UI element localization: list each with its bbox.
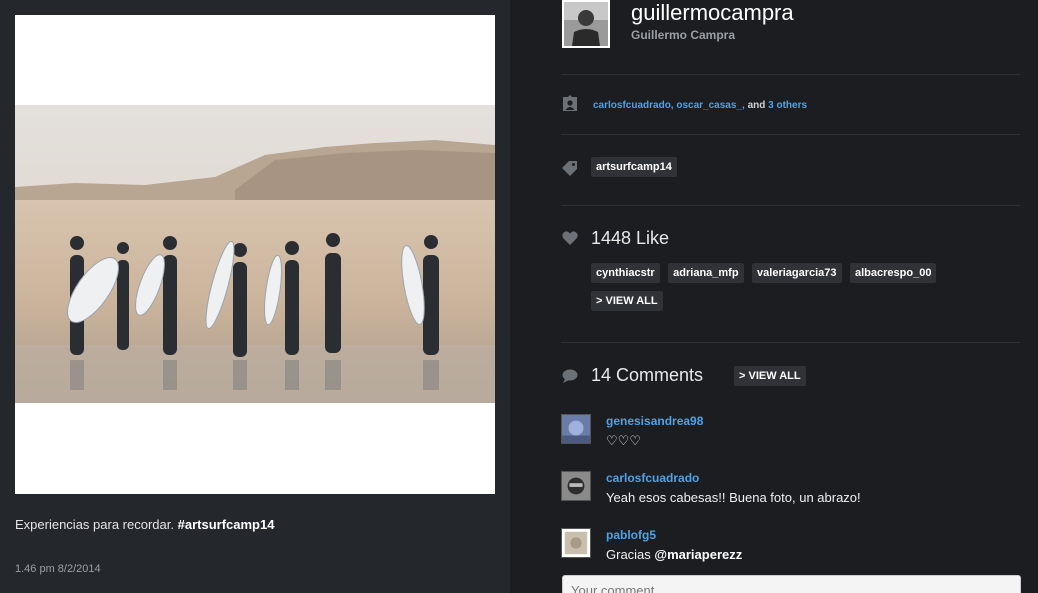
author-full-name: Guillermo Campra <box>631 28 736 42</box>
post-details-panel: guillermocampra Guillermo Campra carlosf… <box>510 0 1038 593</box>
comments-count: 14 Comments <box>591 365 704 385</box>
liker-chip[interactable]: valeriagarcia73 <box>752 263 842 283</box>
photo-frame[interactable] <box>15 15 495 494</box>
tag-icon <box>562 161 577 176</box>
commenter-avatar[interactable] <box>561 414 591 444</box>
hashtag-chip[interactable]: artsurfcamp14 <box>591 157 677 177</box>
comment-text: Yeah esos cabesas!! Buena foto, un abraz… <box>606 490 861 505</box>
liker-chip[interactable]: adriana_mfp <box>668 263 744 283</box>
caption-hashtag-link[interactable]: #artsurfcamp14 <box>178 517 275 532</box>
comment-text: ♡♡♡ <box>606 433 641 448</box>
tagged-others-link[interactable]: 3 others <box>768 100 807 111</box>
post-caption: Experiencias para recordar. #artsurfcamp… <box>15 517 274 532</box>
comment-username-link[interactable]: genesisandrea98 <box>606 414 703 428</box>
comments-view-all-button[interactable]: > VIEW ALL <box>734 366 806 386</box>
divider <box>561 205 1020 206</box>
likers-list: cynthiacstr adriana_mfp valeriagarcia73 … <box>591 263 1021 319</box>
likes-count: 1448 Like <box>591 228 670 248</box>
author-username[interactable]: guillermocampra <box>631 0 794 26</box>
commenter-avatar[interactable] <box>561 528 591 558</box>
comment-username-link[interactable]: carlosfcuadrado <box>606 471 699 485</box>
comment-mention-link[interactable]: @mariaperezz <box>654 547 742 562</box>
post-media-panel: Experiencias para recordar. #artsurfcamp… <box>0 0 510 593</box>
author-avatar[interactable] <box>562 0 610 48</box>
person-tag-icon <box>563 95 577 111</box>
speech-bubble-icon <box>562 369 578 383</box>
comment-item: genesisandrea98 ♡♡♡ <box>561 414 1021 454</box>
likes-view-all-button[interactable]: > VIEW ALL <box>591 291 663 311</box>
post-timestamp: 1.46 pm 8/2/2014 <box>15 563 101 575</box>
tagged-user-link[interactable]: carlosfcuadrado, <box>593 100 674 111</box>
commenter-avatar[interactable] <box>561 471 591 501</box>
post-photo[interactable] <box>15 105 495 403</box>
divider <box>561 74 1020 75</box>
liker-chip[interactable]: cynthiacstr <box>591 263 660 283</box>
comment-username-link[interactable]: pablofg5 <box>606 528 656 542</box>
tagged-and-text: and <box>747 100 766 111</box>
comment-text: Gracias @mariaperezz <box>606 547 742 562</box>
comment-item: carlosfcuadrado Yeah esos cabesas!! Buen… <box>561 471 1021 511</box>
liker-chip[interactable]: albacrespo_00 <box>850 263 937 283</box>
comment-input[interactable] <box>562 575 1021 593</box>
comment-text-prefix: Gracias <box>606 547 655 562</box>
tagged-users: carlosfcuadrado, oscar_casas_, and 3 oth… <box>593 100 807 111</box>
comment-item: pablofg5 Gracias @mariaperezz <box>561 528 1021 568</box>
tagged-user-link[interactable]: oscar_casas_, <box>676 100 744 111</box>
divider <box>561 134 1020 135</box>
divider <box>561 342 1020 343</box>
caption-text: Experiencias para recordar. <box>15 517 174 532</box>
heart-icon[interactable] <box>562 230 578 246</box>
